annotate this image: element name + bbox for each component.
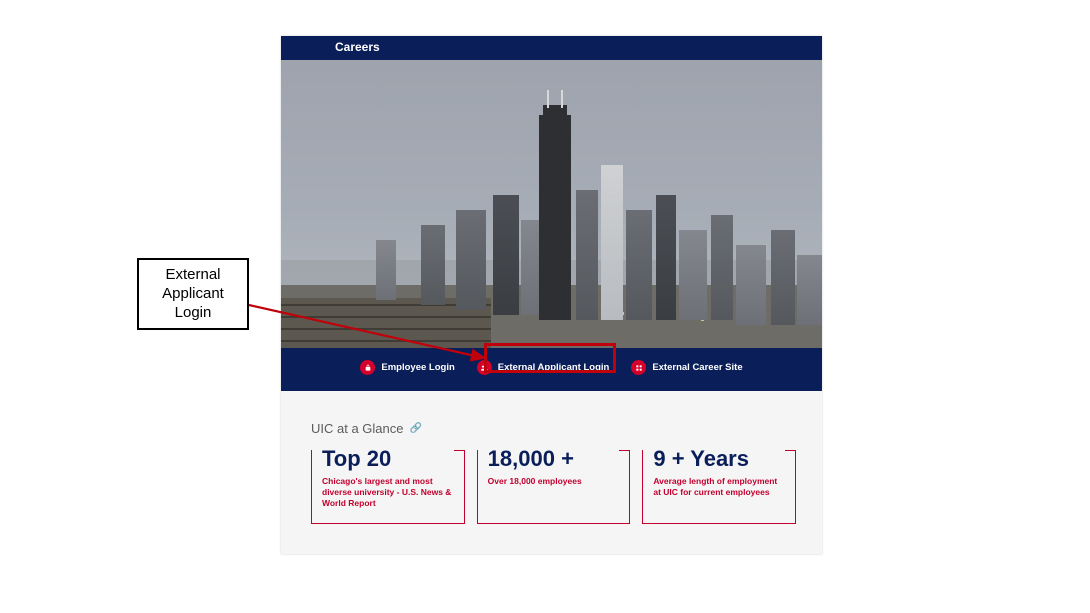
external-applicant-login-button[interactable]: External Applicant Login — [475, 358, 612, 377]
page-title: Careers — [335, 40, 380, 54]
glance-heading: UIC at a Glance 🔗 — [311, 421, 796, 436]
link-icon: 🔗 — [410, 423, 422, 434]
stat-desc: Chicago's largest and most diverse unive… — [322, 476, 454, 509]
stat-headline: Top 20 — [322, 448, 454, 470]
stat-desc: Over 18,000 employees — [488, 476, 620, 487]
callout-line3: Login — [145, 304, 241, 323]
hero-skyline-image — [281, 60, 822, 348]
stat-card: 9 + Years Average length of employment a… — [642, 450, 796, 524]
employee-login-button[interactable]: Employee Login — [358, 358, 456, 377]
lock-icon — [360, 360, 375, 375]
glance-heading-text: UIC at a Glance — [311, 421, 404, 436]
stat-headline: 18,000 + — [488, 448, 620, 470]
grid-icon — [631, 360, 646, 375]
employee-login-label: Employee Login — [381, 362, 454, 373]
careers-page-frame: Careers — [281, 36, 822, 554]
stat-desc: Average length of employment at UIC for … — [653, 476, 785, 498]
annotation-callout: External Applicant Login — [137, 258, 249, 330]
users-icon — [477, 360, 492, 375]
external-career-site-label: External Career Site — [652, 362, 742, 373]
stat-card: 18,000 + Over 18,000 employees — [477, 450, 631, 524]
stat-headline: 9 + Years — [653, 448, 785, 470]
external-applicant-login-label: External Applicant Login — [498, 362, 610, 373]
stat-card: Top 20 Chicago's largest and most divers… — [311, 450, 465, 524]
callout-line2: Applicant — [145, 285, 241, 304]
login-nav-bar: Employee Login External Applicant Login … — [281, 348, 822, 391]
top-bar: Careers — [281, 36, 822, 60]
callout-line1: External — [145, 266, 241, 285]
external-career-site-button[interactable]: External Career Site — [629, 358, 744, 377]
content-area: UIC at a Glance 🔗 Top 20 Chicago's large… — [281, 391, 822, 554]
stat-row: Top 20 Chicago's largest and most divers… — [311, 450, 796, 524]
